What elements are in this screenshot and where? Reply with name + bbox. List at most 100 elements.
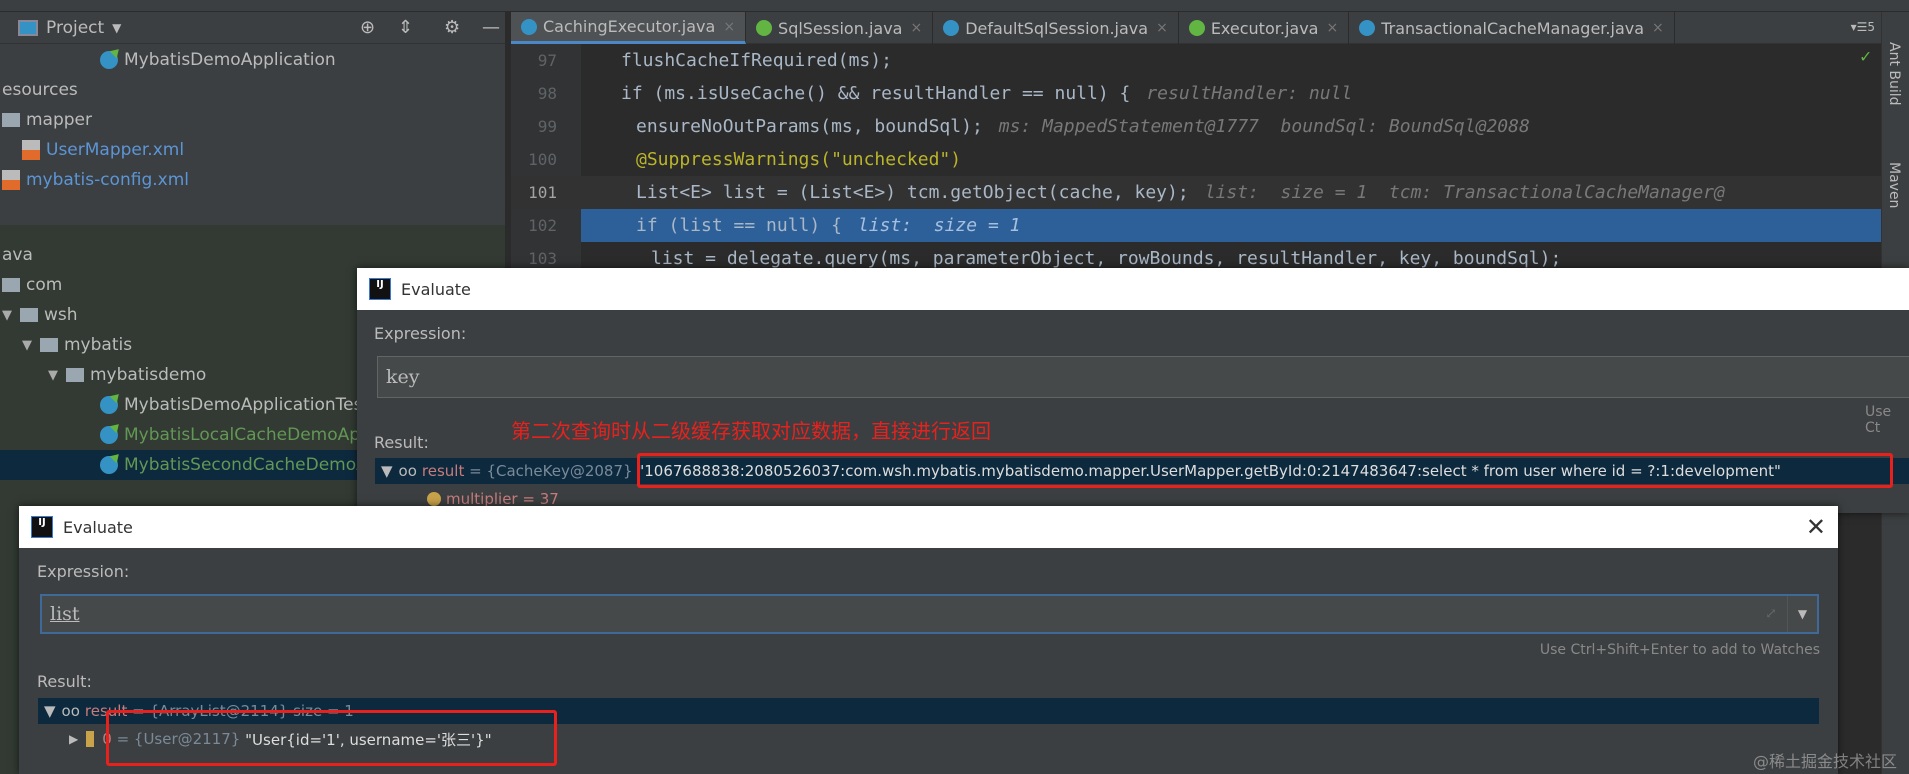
- line-number: 97: [537, 51, 557, 70]
- code-text: list = delegate.query(ms, parameterObjec…: [651, 248, 1577, 269]
- tree-label: mybatis: [64, 335, 133, 355]
- result-type: = {CacheKey@2087}: [469, 462, 633, 480]
- package-icon: [66, 368, 84, 382]
- line-number: 103: [528, 249, 557, 268]
- interface-icon: [1188, 20, 1205, 36]
- code-text: @SuppressWarnings("unchecked"): [636, 149, 977, 170]
- tree-item[interactable]: mapper: [0, 105, 505, 135]
- code-text: if (ms.isUseCache() && resultHandler == …: [621, 83, 1352, 104]
- project-view-selector[interactable]: Project: [46, 18, 104, 38]
- expression-label: Expression:: [37, 562, 130, 581]
- class-icon: [1359, 20, 1376, 36]
- line-number: 99: [537, 117, 557, 136]
- expand-arrow-icon[interactable]: ▼: [48, 368, 66, 383]
- tab-label: DefaultSqlSession.java: [965, 18, 1149, 38]
- tree-label: MybatisDemoApplication: [124, 50, 336, 70]
- line-number: 100: [528, 150, 557, 169]
- editor-tabs: CachingExecutor.java × SqlSession.java × D…: [511, 12, 1881, 44]
- tab-overflow-button[interactable]: ▾☰5: [1845, 12, 1881, 43]
- class-icon: [100, 456, 118, 474]
- code-line[interactable]: 102 if (list == null) {list: size = 1: [511, 209, 1881, 242]
- expand-arrow-icon[interactable]: ▼: [381, 462, 393, 480]
- watch-icon: oo: [61, 702, 80, 720]
- tree-label: ava: [2, 245, 33, 265]
- tab-label: Executor.java: [1210, 18, 1319, 38]
- tab-executor[interactable]: Executor.java ×: [1179, 12, 1350, 44]
- tree-label: wsh: [44, 305, 78, 325]
- code-editor[interactable]: 97 flushCacheIfRequired(ms); 98 if (ms.isUs…: [511, 44, 1881, 274]
- intellij-logo-icon: IJ: [369, 278, 391, 300]
- tab-transactional-cache-manager[interactable]: TransactionalCacheManager.java ×: [1349, 12, 1675, 44]
- history-dropdown-button[interactable]: ▼: [1787, 596, 1817, 632]
- code-content: ensureNoOutParams(ms, boundSql);: [636, 116, 983, 137]
- debug-inline-hint: list: size = 1 tcm: TransactionalCacheMa…: [1204, 182, 1725, 203]
- line-number: 102: [528, 216, 557, 235]
- tree-label: com: [26, 275, 63, 295]
- chevron-down-icon[interactable]: ▼: [112, 21, 121, 35]
- expression-input[interactable]: key: [377, 356, 1909, 398]
- expand-arrow-icon[interactable]: ▶: [69, 732, 78, 746]
- code-text: if (list == null) {list: size = 1: [636, 215, 1020, 236]
- code-text: List<E> list = (List<E>) tcm.getObject(c…: [636, 182, 1725, 203]
- result-name: result: [421, 462, 465, 480]
- collapse-all-icon[interactable]: ⇕: [398, 17, 413, 38]
- annotation-text: 第二次查询时从二级缓存获取对应数据，直接进行返回: [511, 419, 991, 443]
- close-icon[interactable]: ✕: [1806, 513, 1826, 541]
- expand-arrow-icon[interactable]: ▼: [44, 702, 56, 720]
- tree-item[interactable]: UserMapper.xml: [0, 135, 505, 165]
- tree-label: mybatisdemo: [90, 365, 207, 385]
- tree-item[interactable]: MybatisDemoApplication: [0, 45, 505, 75]
- code-line[interactable]: 100 @SuppressWarnings("unchecked"): [511, 143, 1881, 176]
- intellij-logo-icon: IJ: [31, 516, 53, 538]
- debug-inline-hint: resultHandler: null: [1146, 83, 1353, 104]
- tab-default-sql-session[interactable]: DefaultSqlSession.java ×: [933, 12, 1179, 44]
- minimize-icon[interactable]: —: [482, 17, 500, 38]
- line-number: 98: [537, 84, 557, 103]
- close-icon[interactable]: ×: [1326, 20, 1338, 36]
- gear-icon[interactable]: ⚙: [444, 17, 460, 38]
- code-text: ensureNoOutParams(ms, boundSql); ms: Mapp…: [636, 116, 1530, 137]
- close-icon[interactable]: ×: [910, 20, 922, 36]
- tab-sql-session[interactable]: SqlSession.java ×: [746, 12, 934, 44]
- tree-item[interactable]: ava: [0, 240, 505, 270]
- tree-item[interactable]: esources: [0, 75, 505, 105]
- close-icon[interactable]: ×: [1652, 20, 1664, 36]
- field-icon: [427, 492, 441, 506]
- tab-caching-executor[interactable]: CachingExecutor.java ×: [511, 12, 747, 44]
- code-content: @SuppressWarnings("unchecked"): [636, 149, 962, 170]
- close-icon[interactable]: ×: [723, 19, 735, 35]
- expand-arrow-icon[interactable]: ▼: [2, 308, 20, 323]
- expand-arrow-icon[interactable]: ▼: [22, 338, 40, 353]
- code-line[interactable]: 98 if (ms.isUseCache() && resultHandler =…: [511, 77, 1881, 110]
- code-line[interactable]: 101 List<E> list = (List<E>) tcm.getObjec…: [511, 176, 1881, 209]
- maven-tool[interactable]: Maven: [1886, 162, 1902, 208]
- expand-editor-icon[interactable]: ⤢: [1765, 606, 1777, 622]
- project-view-icon: [18, 19, 38, 36]
- folder-icon: [2, 113, 20, 127]
- highlight-box-cachekey: [637, 453, 1893, 488]
- tree-label: mybatis-config.xml: [26, 170, 189, 190]
- class-icon: [100, 426, 118, 444]
- tab-label: TransactionalCacheManager.java: [1381, 18, 1645, 38]
- package-icon: [40, 338, 58, 352]
- debug-inline-hint: ms: MappedStatement@1777 boundSql: Bound…: [998, 116, 1530, 137]
- code-content: list = delegate.query(ms, parameterObjec…: [651, 248, 1562, 269]
- close-icon[interactable]: ×: [1156, 20, 1168, 36]
- interface-icon: [756, 20, 773, 36]
- class-icon: [100, 396, 118, 414]
- locate-icon[interactable]: ⊕: [360, 17, 375, 38]
- code-content: if (list == null) {: [636, 215, 842, 236]
- check-icon: ✓: [1860, 46, 1871, 67]
- ant-build-tool[interactable]: Ant Build: [1886, 42, 1902, 106]
- spring-class-icon: [100, 51, 118, 69]
- tree-label: UserMapper.xml: [46, 140, 185, 160]
- dialog-title-bar: IJ Evaluate: [357, 268, 1909, 310]
- tree-item[interactable]: mybatis-config.xml: [0, 165, 505, 195]
- code-line[interactable]: 97 flushCacheIfRequired(ms);: [511, 44, 1881, 77]
- tree-label: MybatisSecondCacheDemoA: [124, 455, 368, 475]
- dialog-title: Evaluate: [63, 517, 133, 537]
- code-line[interactable]: 99 ensureNoOutParams(ms, boundSql); ms: Ma…: [511, 110, 1881, 143]
- code-content: if (ms.isUseCache() && resultHandler == …: [621, 83, 1131, 104]
- expression-input[interactable]: list ⤢ ▼: [40, 594, 1819, 634]
- tree-label: esources: [2, 80, 78, 100]
